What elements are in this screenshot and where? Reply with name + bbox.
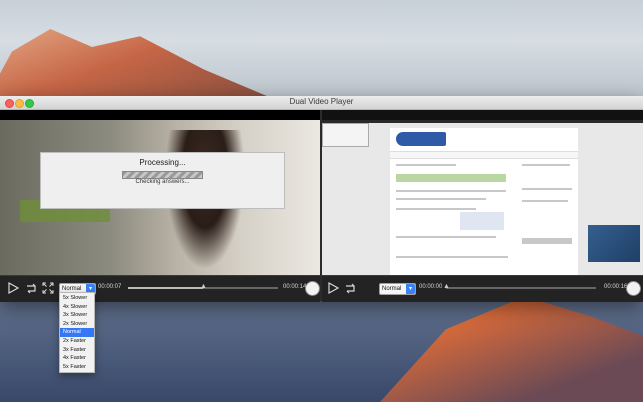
left-video-pane[interactable]: Processing... Checking answers... xyxy=(0,110,320,275)
right-video-pane[interactable] xyxy=(322,110,643,275)
right-time-remaining: 00:00:16 xyxy=(604,284,628,290)
left-time-remaining: 00:00:14 xyxy=(283,284,307,290)
title-bar[interactable]: Dual Video Player xyxy=(0,96,643,110)
app-window: Dual Video Player Processing... Checking… xyxy=(0,96,643,302)
right-control-bar: Normal ▾ 00:00:00 ▲ 00:00:16 xyxy=(322,275,643,302)
loop-icon[interactable] xyxy=(344,282,357,297)
video-text-line xyxy=(396,198,486,200)
dialog-subtitle: Checking answers... xyxy=(135,179,190,185)
chevron-down-icon: ▾ xyxy=(406,284,415,294)
speed-option[interactable]: 4x Faster xyxy=(60,354,94,363)
left-control-bar: Normal ▾ 00:00:07 ▲ 00:00:14 xyxy=(0,275,320,302)
play-icon[interactable] xyxy=(8,281,20,297)
video-text-line xyxy=(396,236,496,238)
video-sidebar-line xyxy=(522,238,572,244)
speed-option[interactable]: 4x Slower xyxy=(60,303,94,312)
video-thumbnail-shape xyxy=(460,212,504,230)
right-speed-value: Normal xyxy=(382,286,402,292)
left-seek-bar[interactable]: ▲ xyxy=(128,283,278,290)
video-menu-popup-shape xyxy=(322,123,369,147)
video-text-line xyxy=(396,208,476,210)
left-time-elapsed: 00:00:07 xyxy=(98,284,122,290)
video-ad-banner-shape xyxy=(588,225,640,262)
dialog-progress-bar xyxy=(122,171,203,179)
speed-option[interactable]: 2x Faster xyxy=(60,337,94,346)
volume-knob-icon[interactable] xyxy=(626,281,641,296)
speed-option[interactable]: 5x Faster xyxy=(60,363,94,372)
video-sidebar-line xyxy=(522,164,570,166)
video-text-line xyxy=(396,256,508,258)
left-seek-handle[interactable]: ▲ xyxy=(200,282,207,292)
right-speed-select[interactable]: Normal ▾ xyxy=(379,283,416,295)
video-sidebar-line xyxy=(522,188,572,190)
speed-option[interactable]: 3x Slower xyxy=(60,311,94,320)
play-icon[interactable] xyxy=(328,281,340,297)
video-text-line xyxy=(396,164,456,166)
right-seek-bar[interactable]: ▲ xyxy=(443,283,596,290)
speed-option[interactable]: 5x Slower xyxy=(60,294,94,303)
volume-knob-icon[interactable] xyxy=(305,281,320,296)
window-title: Dual Video Player xyxy=(289,97,354,106)
video-website-shape xyxy=(390,128,578,275)
speed-option[interactable]: 3x Faster xyxy=(60,346,94,355)
speed-option[interactable]: Normal xyxy=(60,328,94,337)
processing-dialog: Processing... Checking answers... xyxy=(40,152,285,209)
dialog-title: Processing... xyxy=(139,158,186,167)
video-notice-box xyxy=(396,174,506,182)
speed-dropdown-menu: 5x Slower 4x Slower 3x Slower 2x Slower Norm… xyxy=(59,292,95,374)
right-seek-handle[interactable]: ▲ xyxy=(443,282,450,292)
left-seek-fill xyxy=(128,287,203,289)
video-site-logo-shape xyxy=(396,132,446,146)
speed-option[interactable]: 2x Slower xyxy=(60,320,94,329)
loop-icon[interactable] xyxy=(25,282,38,297)
video-site-nav-shape xyxy=(390,151,578,159)
video-text-line xyxy=(396,190,506,192)
video-sidebar-line xyxy=(522,200,568,202)
right-time-elapsed: 00:00:00 xyxy=(419,284,443,290)
fullscreen-icon[interactable] xyxy=(42,282,54,297)
